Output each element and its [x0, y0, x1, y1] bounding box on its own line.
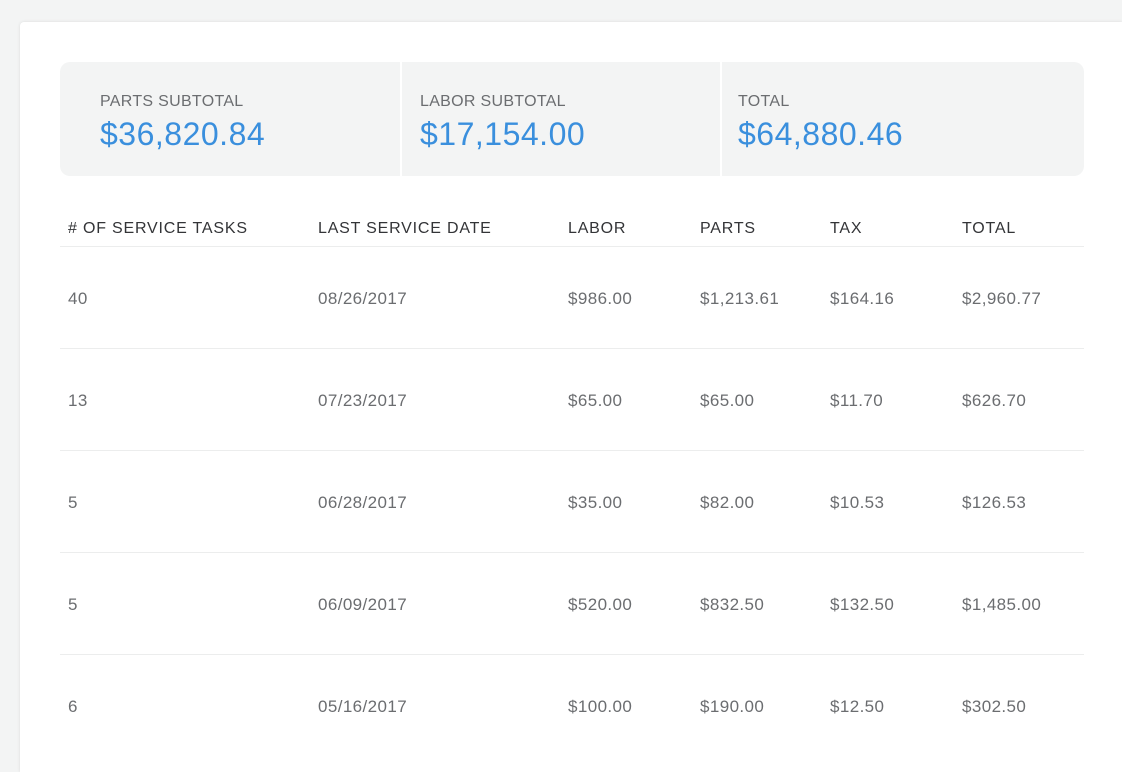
cell-service-tasks: 5	[68, 493, 78, 512]
cell-last-service-date: 08/26/2017	[318, 289, 408, 308]
cell-tax: $132.50	[830, 595, 895, 614]
parts-subtotal-value: $36,820.84	[100, 116, 266, 152]
cell-total: $126.53	[962, 493, 1027, 512]
labor-subtotal-label: LABOR SUBTOTAL	[420, 93, 566, 110]
column-header-tax[interactable]: TAX	[830, 220, 862, 238]
parts-subtotal-label: PARTS SUBTOTAL	[100, 93, 244, 110]
summary-divider	[400, 62, 402, 176]
cell-labor: $986.00	[568, 289, 633, 308]
cell-total: $1,485.00	[962, 595, 1042, 614]
labor-subtotal-box: LABOR SUBTOTAL $17,154.00	[400, 62, 720, 176]
cell-service-tasks: 13	[68, 391, 88, 410]
cell-last-service-date: 05/16/2017	[318, 697, 408, 716]
column-header-total[interactable]: TOTAL	[962, 220, 1016, 238]
total-value: $64,880.46	[738, 116, 904, 152]
cell-last-service-date: 07/23/2017	[318, 391, 408, 410]
service-history-table: # OF SERVICE TASKS LAST SERVICE DATE LAB…	[60, 210, 1084, 756]
cell-tax: $164.16	[830, 289, 895, 308]
table-row[interactable]: 5 06/09/2017 $520.00 $832.50 $132.50 $1,…	[60, 553, 1084, 655]
summary-panel: PARTS SUBTOTAL $36,820.84 LABOR SUBTOTAL…	[60, 62, 1084, 176]
column-header-service-tasks[interactable]: # OF SERVICE TASKS	[68, 220, 248, 238]
cell-service-tasks: 6	[68, 697, 78, 716]
total-box: TOTAL $64,880.46	[720, 62, 1084, 176]
parts-subtotal-box: PARTS SUBTOTAL $36,820.84	[60, 62, 400, 176]
table-header: # OF SERVICE TASKS LAST SERVICE DATE LAB…	[60, 210, 1084, 247]
summary-divider	[720, 62, 722, 176]
service-history-card: PARTS SUBTOTAL $36,820.84 LABOR SUBTOTAL…	[20, 22, 1122, 772]
cell-total: $302.50	[962, 697, 1027, 716]
cell-parts: $82.00	[700, 493, 755, 512]
labor-subtotal-value: $17,154.00	[420, 116, 586, 152]
cell-tax: $11.70	[830, 391, 884, 410]
cell-last-service-date: 06/28/2017	[318, 493, 408, 512]
table-row[interactable]: 5 06/28/2017 $35.00 $82.00 $10.53 $126.5…	[60, 451, 1084, 553]
cell-last-service-date: 06/09/2017	[318, 595, 408, 614]
table-row[interactable]: 40 08/26/2017 $986.00 $1,213.61 $164.16 …	[60, 247, 1084, 349]
cell-labor: $65.00	[568, 391, 623, 410]
column-header-last-service-date[interactable]: LAST SERVICE DATE	[318, 220, 492, 238]
cell-parts: $832.50	[700, 595, 765, 614]
cell-parts: $190.00	[700, 697, 765, 716]
cell-parts: $1,213.61	[700, 289, 780, 308]
cell-total: $2,960.77	[962, 289, 1042, 308]
cell-tax: $12.50	[830, 697, 885, 716]
column-header-parts[interactable]: PARTS	[700, 220, 756, 238]
cell-labor: $520.00	[568, 595, 633, 614]
cell-tax: $10.53	[830, 493, 885, 512]
table-row[interactable]: 6 05/16/2017 $100.00 $190.00 $12.50 $302…	[60, 655, 1084, 756]
cell-total: $626.70	[962, 391, 1027, 410]
table-row[interactable]: 13 07/23/2017 $65.00 $65.00 $11.70 $626.…	[60, 349, 1084, 451]
column-header-labor[interactable]: LABOR	[568, 220, 626, 238]
cell-labor: $35.00	[568, 493, 623, 512]
cell-service-tasks: 40	[68, 289, 88, 308]
total-label: TOTAL	[738, 93, 790, 110]
cell-service-tasks: 5	[68, 595, 78, 614]
cell-labor: $100.00	[568, 697, 633, 716]
cell-parts: $65.00	[700, 391, 755, 410]
